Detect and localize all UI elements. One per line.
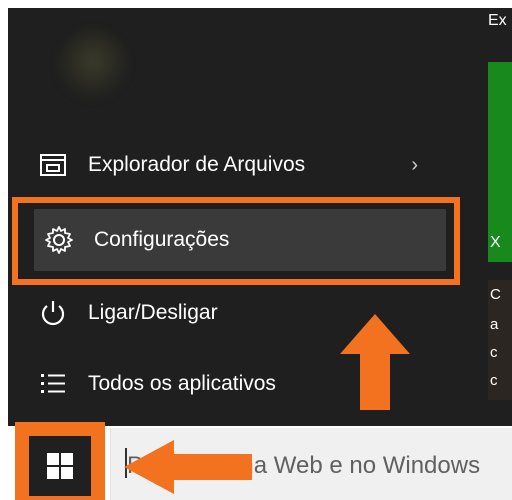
all-apps-icon [36,367,70,401]
tile-news[interactable]: C a c c [488,280,512,400]
windows-logo-icon [47,453,73,479]
power-icon [36,296,70,330]
highlight-box [12,197,460,285]
tile-green[interactable]: X [488,62,512,262]
tile-label: X [490,234,501,251]
user-avatar[interactable] [58,30,128,100]
chevron-right-icon[interactable]: › [411,154,418,177]
menu-item-label: Ligar/Desligar [88,301,218,324]
tile-news-text: a [490,316,499,333]
tile-news-text: c [490,344,498,361]
menu-item-label: Todos os aplicativos [88,372,276,395]
arrow-up-annotation [340,314,410,410]
arrow-left-annotation [124,440,252,494]
file-explorer-icon [36,148,70,182]
tile-news-text: c [490,372,498,389]
menu-item-file-explorer[interactable]: Explorador de Arquivos › [28,134,458,196]
menu-item-label: Explorador de Arquivos [88,153,306,176]
tile-news-text: C [490,286,501,303]
start-button[interactable] [29,436,91,496]
tiles-group-header: Ex [488,12,507,29]
start-button-highlight [15,422,105,500]
